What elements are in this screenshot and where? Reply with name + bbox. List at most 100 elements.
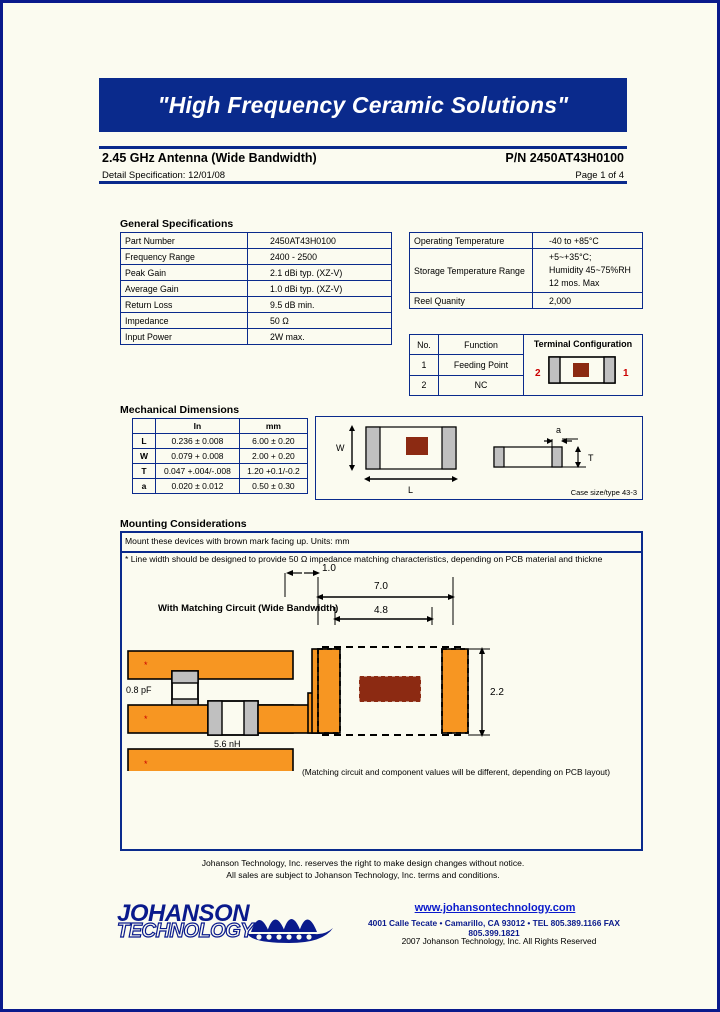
terminal-marker-right: 1 — [623, 368, 629, 379]
disclaimer-line-1: Johanson Technology, Inc. reserves the r… — [201, 858, 525, 868]
terminal-row-2-function: NC — [438, 374, 524, 397]
env-spec-key: Reel Quanity — [409, 292, 533, 309]
page-number: Page 1 of 4 — [575, 170, 624, 181]
company-address: 4001 Calle Tecate • Camarillo, CA 93012 … — [368, 918, 620, 938]
general-spec-value: 9.5 dB min. — [247, 296, 392, 313]
table-row: Operating Temperature -40 to +85°C — [409, 232, 643, 249]
mech-value-in: 0.236 ± 0.008 — [155, 433, 240, 449]
spec-date: Detail Specification: 12/01/08 — [102, 170, 226, 181]
mech-value-mm: 1.20 +0.1/-0.2 — [238, 463, 309, 479]
dim-label-t: T — [588, 453, 594, 463]
mech-value-in: 0.020 ± 0.012 — [155, 478, 240, 494]
env-spec-value: +5~+35°C; Humidity 45~75%RH 12 mos. Max — [532, 248, 643, 293]
trace-asterisk-bottom: * — [144, 759, 148, 769]
general-spec-value: 2.1 dBi typ. (XZ-V) — [247, 264, 392, 281]
dim-label-w: W — [336, 443, 345, 453]
general-spec-key: Impedance — [120, 312, 248, 329]
terminal-config-cell: Terminal Configuration 2 1 — [523, 334, 643, 396]
mech-row-label: L — [132, 433, 156, 449]
copyright-notice: 2007 Johanson Technology, Inc. All Right… — [401, 936, 597, 946]
mech-value-in: 0.079 + 0.008 — [155, 448, 240, 464]
mounting-considerations-heading: Mounting Considerations — [120, 518, 247, 530]
package-outline-drawing: W L a T — [336, 425, 594, 495]
capacitor-value-label: 0.8 pF — [126, 685, 152, 695]
general-spec-value: 2450AT43H0100 — [247, 232, 392, 249]
env-spec-value: 2,000 — [532, 292, 643, 309]
header-banner: "High Frequency Ceramic Solutions" — [99, 78, 627, 132]
title-row-primary: 2.45 GHz Antenna (Wide Bandwidth) P/N 24… — [99, 151, 627, 169]
mounting-divider — [122, 551, 641, 553]
datasheet-page: "High Frequency Ceramic Solutions" 2.45 … — [0, 0, 720, 1012]
terminal-config-title: Terminal Configuration — [533, 338, 633, 349]
general-spec-key: Return Loss — [120, 296, 248, 313]
part-number: P/N 2450AT43H0100 — [505, 151, 624, 165]
mech-value-mm: 6.00 ± 0.20 — [238, 433, 309, 449]
trace-asterisk-mid: * — [144, 714, 148, 724]
website-link[interactable]: www.johansontechnology.com — [347, 902, 643, 914]
general-spec-key: Input Power — [120, 328, 248, 345]
page-inner: "High Frequency Ceramic Solutions" 2.45 … — [22, 22, 700, 992]
table-row: Average Gain 1.0 dBi typ. (XZ-V) — [120, 280, 392, 297]
general-specifications-heading: General Specifications — [120, 218, 234, 230]
table-row: a 0.020 ± 0.012 0.50 ± 0.30 — [132, 478, 309, 494]
table-row: Impedance 50 Ω — [120, 312, 392, 329]
title-row-secondary: Detail Specification: 12/01/08 Page 1 of… — [99, 170, 627, 184]
general-spec-value: 1.0 dBi typ. (XZ-V) — [247, 280, 392, 297]
table-row: Reel Quanity 2,000 — [409, 292, 643, 309]
table-row: Storage Temperature Range +5~+35°C; Humid… — [409, 248, 643, 293]
company-logo: JOHANSON TECHNOLOGY — [116, 898, 337, 946]
environmental-specifications-table: Operating Temperature -40 to +85°C Storage… — [409, 232, 643, 309]
terminal-row-1-no: 1 — [409, 354, 439, 376]
dim-label-1-0: 1.0 — [322, 563, 336, 574]
mechanical-drawing-panel: W L a T Case size/type 43-3 — [315, 416, 643, 500]
dim-label-l: L — [408, 485, 413, 495]
table-header-row: In mm — [132, 418, 309, 434]
table-row: T 0.047 +.004/-.008 1.20 +0.1/-0.2 — [132, 463, 309, 479]
env-spec-value: -40 to +85°C — [532, 232, 643, 249]
mechanical-dimensions-table: In mm L 0.236 ± 0.008 6.00 ± 0.20 W 0.079 + 0.… — [132, 418, 309, 494]
banner-slogan: "High Frequency Ceramic Solutions" — [157, 91, 569, 118]
mounting-note-line1: Mount these devices with brown mark faci… — [125, 536, 350, 546]
mech-col-mm-header: mm — [238, 418, 309, 434]
general-spec-key: Frequency Range — [120, 248, 248, 265]
mech-col-in-header: In — [155, 418, 240, 434]
terminal-col-function-header: Function — [438, 333, 524, 356]
page-title: 2.45 GHz Antenna (Wide Bandwidth) — [102, 151, 317, 165]
table-row: L 0.236 ± 0.008 6.00 ± 0.20 — [132, 433, 309, 449]
env-spec-key: Storage Temperature Range — [409, 248, 533, 293]
dim-label-a: a — [556, 425, 561, 435]
dim-label-7-0: 7.0 — [374, 581, 388, 592]
env-spec-key: Operating Temperature — [409, 232, 533, 249]
table-row: Return Loss 9.5 dB min. — [120, 296, 392, 313]
mech-value-mm: 0.50 ± 0.30 — [238, 478, 309, 494]
general-spec-key: Average Gain — [120, 280, 248, 297]
disclaimer-line-2: All sales are subject to Johanson Techno… — [226, 870, 500, 880]
general-spec-value: 2W max. — [247, 328, 392, 345]
viking-ship-icon — [247, 919, 333, 943]
mech-row-label: a — [132, 478, 156, 494]
matching-circuit-note: (Matching circuit and component values w… — [302, 767, 611, 777]
mech-row-label: T — [132, 463, 156, 479]
mech-corner-cell — [132, 418, 156, 434]
matching-circuit-diagram: * 0.8 pF * 5.6 nH * 2.2 — [126, 646, 504, 771]
mech-value-mm: 2.00 + 0.20 — [238, 448, 309, 464]
dim-label-2-2: 2.2 — [490, 687, 504, 698]
title-bar: 2.45 GHz Antenna (Wide Bandwidth) P/N 24… — [99, 146, 627, 184]
trace-asterisk-top: * — [144, 660, 148, 670]
general-specifications-table: Part Number 2450AT43H0100 Frequency Range 2… — [120, 232, 392, 345]
mech-row-label: W — [132, 448, 156, 464]
table-row: Part Number 2450AT43H0100 — [120, 232, 392, 249]
logo-text-technology: TECHNOLOGY — [116, 919, 254, 942]
table-row: Input Power 2W max. — [120, 328, 392, 345]
terminal-row-1-function: Feeding Point — [438, 354, 524, 376]
general-spec-value: 50 Ω — [247, 312, 392, 329]
terminal-col-no-header: No. — [409, 333, 439, 356]
general-spec-key: Peak Gain — [120, 264, 248, 281]
terminal-diagram-icon: 2 1 — [535, 355, 629, 384]
general-spec-key: Part Number — [120, 232, 248, 249]
terminal-row-2-no: 2 — [409, 374, 439, 397]
case-size-note: Case size/type 43-3 — [570, 488, 637, 497]
inductor-value-label: 5.6 nH — [214, 739, 241, 749]
terminal-configuration-table: No. Function Terminal Configuration 2 1 … — [409, 333, 643, 397]
terminal-marker-left: 2 — [535, 368, 541, 379]
